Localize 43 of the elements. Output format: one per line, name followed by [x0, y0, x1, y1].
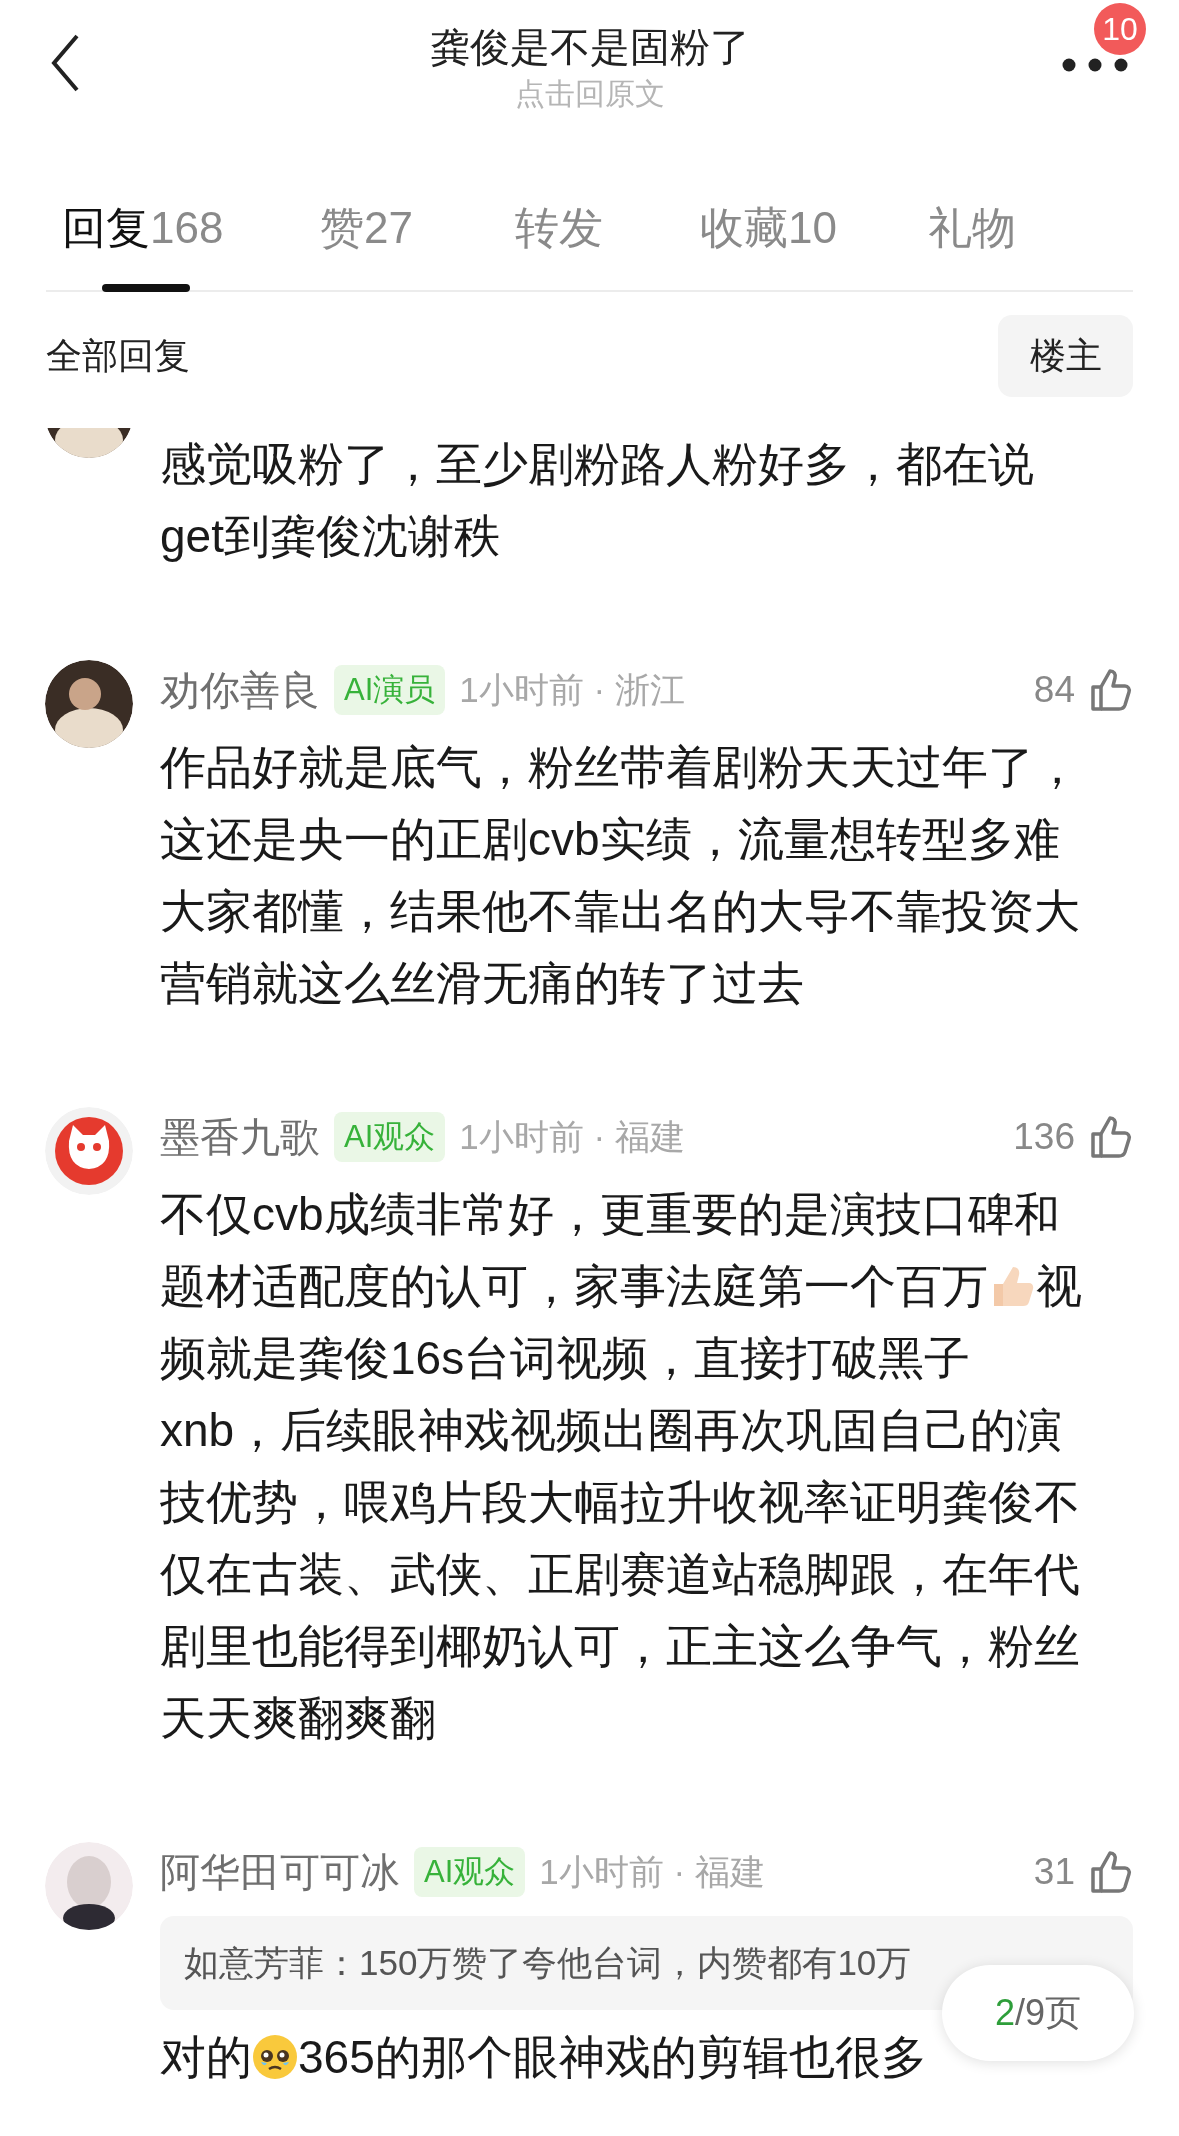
comment-text: 营销就这么丝滑无痛的转了过去: [160, 956, 804, 1011]
user-name[interactable]: 墨香九歌: [160, 1109, 320, 1165]
comment-text: 天天爽翻爽翻: [160, 1691, 436, 1746]
comment-text: get到龚俊沈谢秩: [160, 509, 500, 564]
user-name[interactable]: 劝你善良: [160, 662, 320, 718]
comment-meta: 1小时前 · 福建: [459, 1115, 686, 1158]
like-count: 84: [1033, 669, 1075, 711]
comment-text: 视: [1036, 1259, 1082, 1314]
thumbs-up-icon[interactable]: [1089, 1849, 1133, 1895]
comment-text: 不仅cvb成绩非常好，更重要的是演技口碑和: [160, 1187, 1060, 1242]
user-tag: AI观众: [334, 1112, 446, 1162]
crying-face-emoji: [252, 2034, 298, 2080]
comment-meta: 1小时前 · 福建: [539, 1850, 766, 1893]
comment-text: 感觉吸粉了，至少剧粉路人粉好多，都在说: [160, 437, 1034, 492]
tab[interactable]: 收藏10: [700, 198, 837, 290]
like-count: 136: [1013, 1116, 1075, 1158]
user-name[interactable]: 阿华田可可冰: [160, 1844, 400, 1900]
comment-text: 大家都懂，结果他不靠出名的大导不靠投资大: [160, 884, 1080, 939]
comment-meta: 1小时前 · 浙江: [459, 668, 686, 711]
section-title: 全部回复: [46, 333, 190, 378]
thumbs-up-icon[interactable]: [1089, 667, 1133, 713]
comment-text: xnb，后续眼神戏视频出圈再次巩固自己的演: [160, 1403, 1063, 1458]
comment-text: 365的那个眼神戏的剪辑也很多: [298, 2030, 927, 2085]
comment-text: 这还是央一的正剧cvb实绩，流量想转型多难: [160, 812, 1060, 867]
comment-text: 对的: [160, 2030, 252, 2085]
tab[interactable]: 转发: [515, 198, 603, 290]
comment-text: 剧里也能得到椰奶认可，正主这么争气，粉丝: [160, 1619, 1080, 1674]
tab[interactable]: 赞27: [320, 198, 413, 290]
comment-text: 作品好就是底气，粉丝带着剧粉天天过年了，: [160, 740, 1080, 795]
comment-text: 技优势，喂鸡片段大幅拉升收视率证明龚俊不: [160, 1475, 1080, 1530]
like-count: 31: [1033, 1851, 1075, 1893]
filter-button[interactable]: 楼主: [998, 315, 1133, 397]
post-title: 龚俊是不是固粉了: [429, 24, 750, 71]
back-icon: [50, 32, 80, 93]
tab[interactable]: 礼物: [928, 198, 1016, 290]
thumbs-up-icon[interactable]: [1089, 1114, 1133, 1160]
user-tag: AI演员: [334, 665, 446, 715]
user-tag: AI观众: [414, 1847, 526, 1897]
comment-text: 题材适配度的认可，家事法庭第一个百万: [160, 1259, 988, 1314]
comment-text: 频就是龚俊16s台词视频，直接打破黑子: [160, 1331, 971, 1386]
notification-badge: 10: [1094, 3, 1146, 55]
comment-text: 仅在古装、武侠、正剧赛道站稳脚跟，在年代: [160, 1547, 1080, 1602]
tab[interactable]: 回复168: [62, 198, 224, 290]
